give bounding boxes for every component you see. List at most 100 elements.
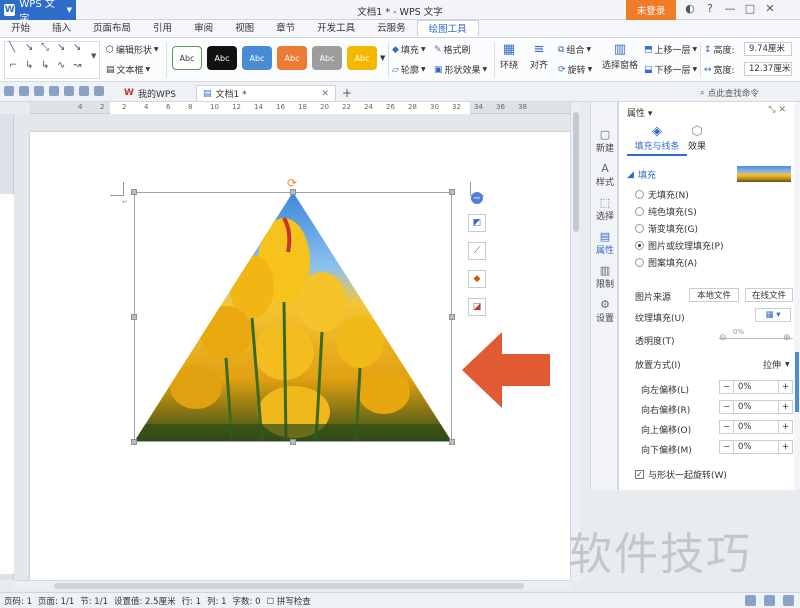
close-tab-icon[interactable]: ✕: [321, 89, 329, 99]
radio-solid-fill[interactable]: 纯色填充(S): [635, 205, 697, 218]
line-shape-icon[interactable]: ╲: [9, 42, 15, 53]
export-pdf-icon[interactable]: [64, 86, 74, 96]
shape-style-yellow[interactable]: Abc: [347, 46, 377, 70]
height-input[interactable]: 9.74厘米: [744, 42, 792, 56]
open-icon[interactable]: [4, 86, 14, 96]
curve-arrow-shape-icon[interactable]: ↝: [73, 60, 81, 71]
placement-select[interactable]: 拉伸 ▼: [763, 358, 790, 371]
resize-handle[interactable]: [449, 314, 455, 320]
rotate-with-shape-checkbox[interactable]: ✓ 与形状一起旋转(W): [635, 468, 727, 481]
resize-handle[interactable]: [131, 189, 137, 195]
pin-icon[interactable]: ⤡: [768, 105, 775, 115]
tab-developer[interactable]: 开发工具: [306, 20, 366, 37]
resize-handle[interactable]: [290, 189, 296, 195]
shape-style-gray[interactable]: Abc: [312, 46, 342, 70]
tab-view[interactable]: 视图: [224, 20, 265, 37]
close-icon[interactable]: ✕: [760, 2, 780, 15]
new-tab-icon[interactable]: +: [336, 85, 358, 101]
tab-my-wps[interactable]: W 我的WPS: [118, 85, 182, 101]
tab-insert[interactable]: 插入: [41, 20, 82, 37]
status-word-count[interactable]: 字数: 0: [233, 595, 261, 607]
vertical-ruler[interactable]: [0, 114, 14, 580]
bring-forward-button[interactable]: ⬒ 上移一层 ▼: [644, 43, 697, 57]
page[interactable]: ↵ ⟳ − ◩ ⟋ ◆ ◪: [30, 132, 570, 580]
tab-cloud[interactable]: 云服务: [366, 20, 417, 37]
width-input[interactable]: 12.37厘米: [744, 62, 792, 76]
panel-scrollbar[interactable]: [794, 102, 800, 490]
online-file-button[interactable]: 在线文件: [745, 288, 793, 302]
panel-title[interactable]: 属性 ▾: [627, 106, 652, 119]
gallery-more-icon[interactable]: ▼: [91, 52, 96, 60]
resize-handle[interactable]: [449, 189, 455, 195]
rotate-handle-icon[interactable]: ⟳: [287, 176, 297, 190]
side-tab-properties[interactable]: ▤ 属性: [591, 230, 619, 256]
minimize-icon[interactable]: —: [720, 2, 740, 15]
side-tab-styles[interactable]: A 样式: [591, 162, 619, 188]
triangle-picture-shape[interactable]: ⟳ − ◩ ⟋ ◆ ◪: [131, 176, 486, 445]
group-button[interactable]: ⧉ 组合 ▼: [558, 43, 591, 57]
resize-handle[interactable]: [131, 439, 137, 445]
outline-button[interactable]: ▱ 轮廓 ▼: [392, 63, 426, 77]
local-file-button[interactable]: 本地文件: [689, 288, 739, 302]
shape-gallery[interactable]: ╲ ↘ ⤡ ↘ ↘ ⌐ ↳ ↳ ∿ ↝ ▼: [4, 41, 100, 79]
texture-picker[interactable]: ▦ ▾: [755, 308, 791, 322]
radio-pattern-fill[interactable]: 图案填充(A): [635, 256, 697, 269]
page-view-icon[interactable]: [764, 595, 775, 606]
side-tab-restrict[interactable]: ▥ 限制: [591, 264, 619, 290]
side-tab-new[interactable]: ▢ 新建: [591, 128, 619, 154]
shape-style-black[interactable]: Abc: [207, 46, 237, 70]
style-gallery-more-icon[interactable]: ▼: [380, 54, 385, 62]
radio-gradient-fill[interactable]: 渐变填充(G): [635, 222, 698, 235]
tab-sections[interactable]: 章节: [265, 20, 306, 37]
shape-style-blue[interactable]: Abc: [242, 46, 272, 70]
connector-arrow-shape-icon[interactable]: ↳: [25, 60, 33, 71]
side-tab-select[interactable]: ⬚ 选择: [591, 196, 619, 222]
offset-up-stepper[interactable]: −0% +: [719, 420, 793, 434]
help-icon[interactable]: ?: [700, 2, 720, 15]
tab-effect[interactable]: ⬡ 效果: [667, 124, 727, 152]
connector-double-shape-icon[interactable]: ↳: [41, 60, 49, 71]
command-search[interactable]: ⌕ 点此查找命令: [700, 86, 796, 99]
save-icon[interactable]: [19, 86, 29, 96]
elbow-arrow-shape-icon[interactable]: ↘: [73, 42, 81, 53]
login-button[interactable]: 未登录: [626, 0, 676, 20]
redo-icon[interactable]: [94, 86, 104, 96]
curve-shape-icon[interactable]: ∿: [57, 60, 65, 71]
offset-left-stepper[interactable]: −0% +: [719, 380, 793, 394]
resize-handle[interactable]: [131, 314, 137, 320]
radio-picture-texture-fill[interactable]: 图片或纹理填充(P): [635, 239, 723, 252]
slider-plus-icon[interactable]: ⊕: [783, 333, 791, 343]
skin-icon[interactable]: ◐: [680, 2, 700, 15]
read-mode-icon[interactable]: [783, 595, 794, 606]
print-preview-icon[interactable]: [49, 86, 59, 96]
collapse-icon[interactable]: −: [471, 192, 483, 204]
select-pane-button[interactable]: ▥ 选择窗格: [602, 42, 638, 71]
fill-button[interactable]: ◆ 填充 ▼: [392, 43, 426, 57]
resize-handle[interactable]: [290, 439, 296, 445]
tab-home[interactable]: 开始: [0, 20, 41, 37]
maximize-icon[interactable]: □: [740, 2, 760, 15]
wrap-button[interactable]: ▦ 环绕: [500, 42, 518, 71]
slider-minus-icon[interactable]: ⊖: [719, 333, 727, 343]
tab-document[interactable]: ▤ 文档1 * ✕: [196, 85, 336, 101]
shape-effect-button[interactable]: ▣ 形状效果 ▼: [434, 63, 487, 77]
transparency-slider[interactable]: [719, 338, 793, 339]
send-backward-button[interactable]: ⬓ 下移一层 ▼: [644, 63, 697, 77]
undo-icon[interactable]: [79, 86, 89, 96]
align-button[interactable]: ≡ 对齐: [530, 42, 548, 71]
horizontal-ruler[interactable]: 4 2 2 4 6 8 10 12 14 16 18 20 22 24 26 28 30 32 34 36 38: [30, 102, 570, 114]
tab-review[interactable]: 审阅: [183, 20, 224, 37]
tab-references[interactable]: 引用: [142, 20, 183, 37]
shape-outline-icon[interactable]: ⟋: [468, 242, 486, 260]
arrow-shape-icon[interactable]: ↘: [25, 42, 33, 53]
print-icon[interactable]: [34, 86, 44, 96]
shape-style-icon[interactable]: ◪: [468, 298, 486, 316]
resize-handle[interactable]: [449, 439, 455, 445]
radio-no-fill[interactable]: 无填充(N): [635, 188, 689, 201]
horizontal-scrollbar[interactable]: [14, 580, 570, 590]
fullscreen-icon[interactable]: [745, 595, 756, 606]
text-box-button[interactable]: ▤ 文本框 ▼: [106, 63, 150, 77]
format-brush-button[interactable]: ✎ 格式刷: [434, 43, 471, 57]
elbow-shape-icon[interactable]: ↘: [57, 42, 65, 53]
close-icon[interactable]: ✕: [778, 105, 786, 115]
